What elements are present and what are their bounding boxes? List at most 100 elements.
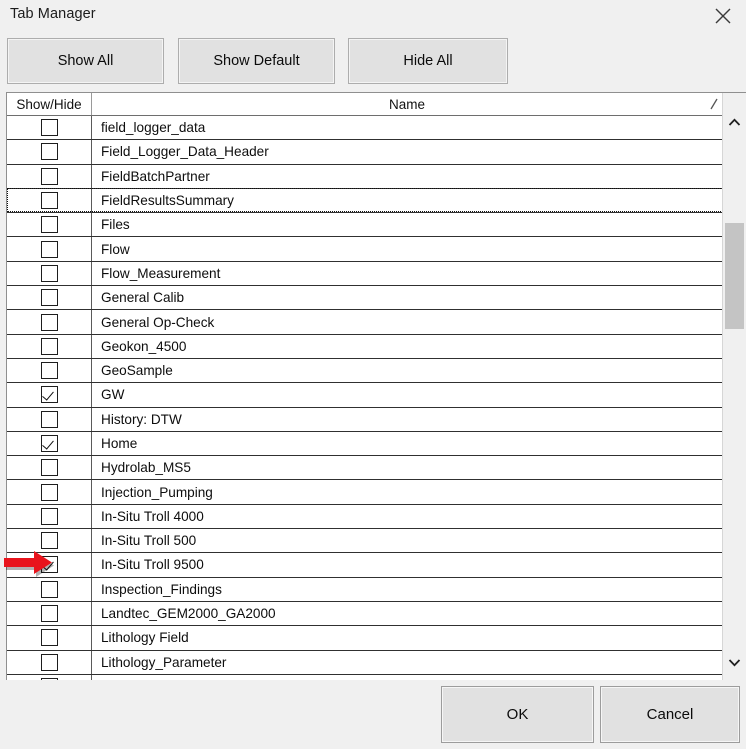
table-row[interactable]: GeoSample: [7, 358, 722, 384]
table-row[interactable]: Files: [7, 213, 722, 238]
tab-name-cell[interactable]: In-Situ Troll 4000: [92, 505, 722, 528]
show-hide-checkbox[interactable]: [40, 216, 58, 234]
tab-name-cell[interactable]: Lithology_Parameter: [92, 651, 722, 674]
table-row[interactable]: History: DTW: [7, 407, 722, 432]
tab-name-cell[interactable]: Landtec_GEM2000_GA2000: [92, 602, 722, 625]
column-header-show-hide[interactable]: Show/Hide: [7, 93, 92, 115]
show-hide-cell[interactable]: [7, 553, 92, 577]
table-row[interactable]: Lithology Field: [7, 626, 722, 651]
table-row[interactable]: In-Situ Troll 500: [7, 529, 722, 554]
show-hide-cell[interactable]: [7, 261, 92, 286]
table-row[interactable]: In-Situ Troll 4000: [7, 504, 722, 530]
tab-name-cell[interactable]: Flow: [92, 237, 722, 260]
show-hide-checkbox[interactable]: [40, 289, 58, 307]
tab-name-cell[interactable]: field_logger_data: [92, 116, 722, 139]
tab-name-cell[interactable]: In-Situ Troll 9500: [92, 553, 722, 576]
list-rows-viewport[interactable]: field_logger_data Field_Logger_Data_Heade…: [7, 116, 722, 680]
cancel-button[interactable]: Cancel: [600, 686, 740, 743]
show-hide-cell[interactable]: [7, 407, 92, 431]
table-row[interactable]: FieldBatchPartner: [7, 164, 722, 189]
show-hide-checkbox[interactable]: [40, 313, 58, 331]
tab-name-cell[interactable]: Inspection_Findings: [92, 578, 722, 601]
table-row[interactable]: Flow: [7, 237, 722, 262]
tab-name-cell[interactable]: History: DTW: [92, 408, 722, 431]
show-hide-cell[interactable]: [7, 529, 92, 553]
column-header-name[interactable]: Name: [92, 93, 722, 115]
show-hide-cell[interactable]: [7, 188, 92, 213]
tab-name-cell[interactable]: GW: [92, 383, 722, 406]
show-hide-cell[interactable]: [7, 310, 92, 334]
table-row[interactable]: FieldResultsSummary: [7, 187, 722, 214]
table-row[interactable]: Lithology_Parameter: [7, 650, 722, 675]
tab-name-cell[interactable]: FieldBatchPartner: [92, 165, 722, 188]
show-hide-cell[interactable]: [7, 504, 92, 529]
tab-name-cell[interactable]: General Calib: [92, 286, 722, 309]
table-row[interactable]: Hydrolab_MS5: [7, 456, 722, 481]
show-hide-checkbox[interactable]: [40, 240, 58, 258]
show-hide-cell[interactable]: [7, 383, 92, 407]
show-default-button[interactable]: Show Default: [178, 38, 335, 84]
show-hide-checkbox[interactable]: [40, 459, 58, 477]
show-hide-checkbox[interactable]: [40, 337, 58, 355]
table-row[interactable]: Inspection_Findings: [7, 577, 722, 602]
tab-name-cell[interactable]: Lithology Field: [92, 626, 722, 649]
show-hide-checkbox[interactable]: [40, 143, 58, 161]
tab-name-cell[interactable]: GeoSample: [92, 359, 722, 382]
list-scrollbar[interactable]: [722, 93, 746, 680]
table-row[interactable]: Field_Logger_Data_Header: [7, 140, 722, 165]
show-hide-cell[interactable]: [7, 237, 92, 261]
table-row[interactable]: In-Situ Troll 9500: [7, 553, 722, 578]
show-hide-cell[interactable]: [7, 213, 92, 237]
table-row[interactable]: General Calib: [7, 286, 722, 311]
tab-name-cell[interactable]: Field_Logger_Data_Header: [92, 140, 722, 163]
table-row[interactable]: Injection_Pumping: [7, 480, 722, 505]
tab-name-cell[interactable]: Geokon_4500: [92, 335, 722, 358]
tab-name-cell[interactable]: General Op-Check: [92, 310, 722, 333]
table-row[interactable]: GW: [7, 383, 722, 408]
scrollbar-thumb[interactable]: [725, 223, 744, 329]
show-hide-checkbox[interactable]: [40, 580, 58, 598]
show-all-button[interactable]: Show All: [7, 38, 164, 84]
show-hide-checkbox[interactable]: [40, 435, 58, 452]
show-hide-cell[interactable]: [7, 140, 92, 164]
table-row[interactable]: Geokon_4500: [7, 334, 722, 359]
table-row[interactable]: Flow_Measurement: [7, 261, 722, 287]
show-hide-checkbox[interactable]: [40, 264, 58, 282]
scrollbar-track[interactable]: [723, 133, 746, 651]
show-hide-checkbox[interactable]: [40, 192, 58, 210]
show-hide-cell[interactable]: [7, 431, 92, 456]
hide-all-button[interactable]: Hide All: [348, 38, 508, 84]
show-hide-cell[interactable]: [7, 116, 92, 140]
show-hide-cell[interactable]: [7, 358, 92, 383]
table-row[interactable]: General Op-Check: [7, 310, 722, 335]
tab-name-cell[interactable]: Files: [92, 213, 722, 236]
show-hide-checkbox[interactable]: [40, 629, 58, 647]
show-hide-checkbox[interactable]: [40, 410, 58, 428]
show-hide-checkbox[interactable]: [40, 532, 58, 550]
table-row[interactable]: Home: [7, 431, 722, 457]
show-hide-checkbox[interactable]: [40, 556, 58, 574]
tab-name-cell[interactable]: Hydrolab_MS5: [92, 456, 722, 479]
ok-button[interactable]: OK: [441, 686, 594, 743]
show-hide-cell[interactable]: [7, 577, 92, 601]
table-row[interactable]: Landtec_GEM2000_GA2000: [7, 601, 722, 627]
tab-name-cell[interactable]: In-Situ Troll 500: [92, 529, 722, 552]
table-row[interactable]: field_logger_data: [7, 116, 722, 141]
show-hide-cell[interactable]: [7, 480, 92, 504]
tab-name-cell[interactable]: Flow_Measurement: [92, 262, 722, 285]
tab-name-cell[interactable]: Injection_Pumping: [92, 480, 722, 503]
show-hide-cell[interactable]: [7, 626, 92, 650]
close-icon[interactable]: [700, 0, 746, 31]
show-hide-checkbox[interactable]: [40, 119, 58, 137]
show-hide-cell[interactable]: [7, 601, 92, 626]
show-hide-cell[interactable]: [7, 650, 92, 674]
tab-name-cell[interactable]: FieldResultsSummary: [92, 189, 722, 212]
show-hide-checkbox[interactable]: [40, 605, 58, 623]
show-hide-checkbox[interactable]: [40, 362, 58, 380]
show-hide-checkbox[interactable]: [40, 167, 58, 185]
show-hide-cell[interactable]: [7, 456, 92, 480]
chevron-down-icon[interactable]: [723, 651, 746, 673]
show-hide-checkbox[interactable]: [40, 653, 58, 671]
show-hide-checkbox[interactable]: [40, 507, 58, 525]
show-hide-checkbox[interactable]: [40, 386, 58, 404]
